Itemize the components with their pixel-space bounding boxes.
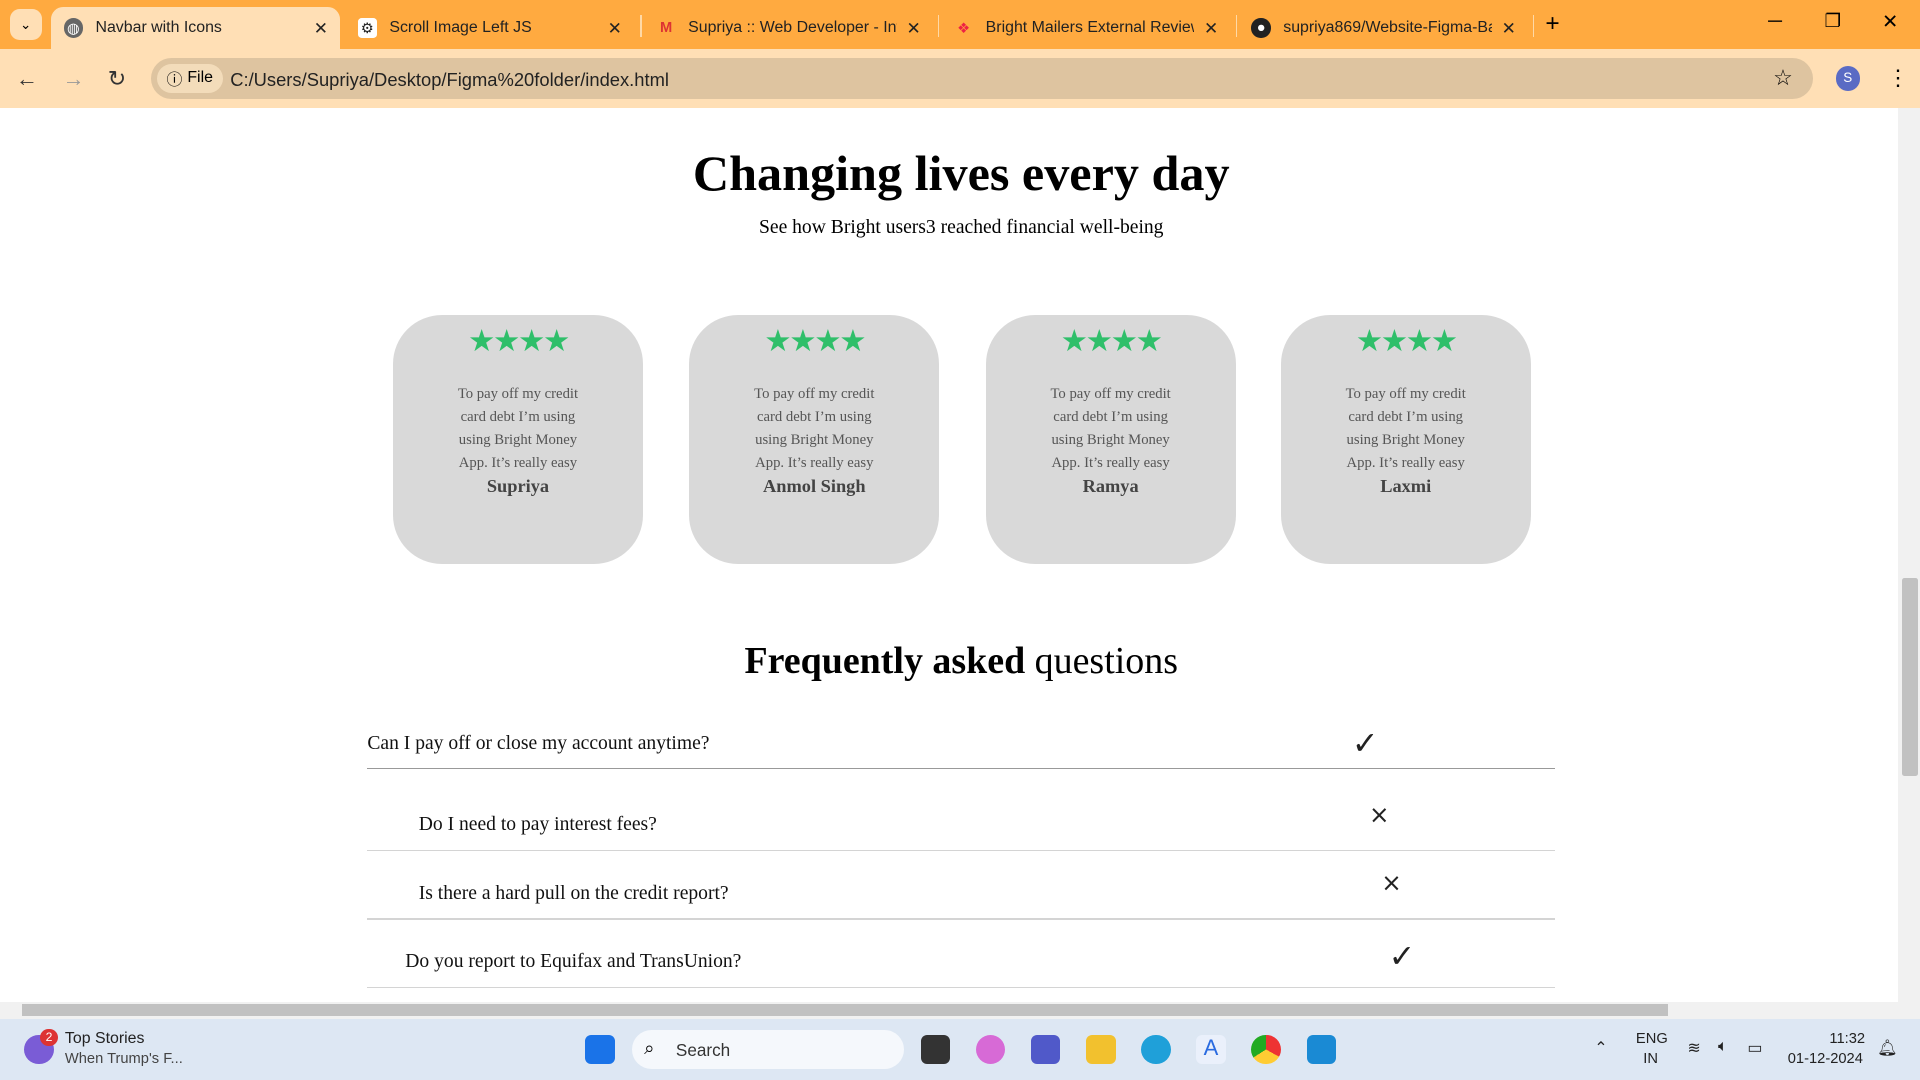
search-icon: ⌕ [644, 1037, 655, 1059]
page-subtitle: See how Bright users3 reached financial … [758, 216, 1164, 238]
task-view-icon[interactable] [920, 1034, 951, 1065]
info-icon: ⓘ [166, 71, 183, 89]
faq-question[interactable]: Is there a hard pull on the credit repor… [419, 883, 729, 905]
show-hidden-icons[interactable]: ⌃ [1594, 1038, 1607, 1058]
site-info-chip[interactable]: ⓘ File [156, 63, 223, 94]
tab-gmail[interactable]: M Supriya :: Web Developer - Inter ✕ [644, 7, 933, 49]
horizontal-scroll-thumb[interactable] [22, 1004, 1668, 1017]
news-subtitle[interactable]: When Trump's F... [65, 1051, 183, 1067]
vscode-icon[interactable] [1306, 1034, 1336, 1065]
forward-button[interactable]: → [62, 66, 84, 92]
star-rating-icon: ★★★★ [764, 324, 866, 359]
windows-start-icon[interactable] [585, 1034, 615, 1065]
tab-strip: ⌄ ◍ Navbar with Icons ✕ ⚙ Scroll Image Left… [0, 0, 1920, 49]
gmail-icon: M [659, 20, 673, 37]
close-icon[interactable]: × [1369, 800, 1390, 829]
menu-icon[interactable]: ⋮ [1887, 65, 1909, 91]
vertical-scrollbar[interactable] [1897, 107, 1920, 1002]
tab-github[interactable]: ● supriya869/Website-Figma-Basi ✕ [1239, 7, 1528, 49]
testimonial-card: ★★★★ To pay off my credit card debt I’m u… [393, 314, 643, 565]
teams-icon[interactable] [1031, 1034, 1061, 1065]
faq-question[interactable]: Do I need to pay interest fees? [419, 814, 657, 836]
url-text[interactable]: C:/Users/Supriya/Desktop/Figma%20folder/… [230, 69, 669, 91]
new-tab-button[interactable]: + [1545, 10, 1559, 38]
check-icon[interactable]: ✓ [1352, 724, 1379, 762]
faq-question[interactable]: Can I pay off or close my account anytim… [367, 733, 709, 755]
close-tab-icon[interactable]: ✕ [906, 18, 920, 39]
close-window-button[interactable]: ✕ [1882, 10, 1898, 34]
testimonial-card: ★★★★ To pay off my credit card debt I’m u… [985, 314, 1236, 565]
github-icon: ● [1251, 18, 1271, 38]
close-icon[interactable]: × [1381, 868, 1402, 897]
star-rating-icon: ★★★★ [1355, 324, 1458, 359]
back-button[interactable]: ← [16, 66, 38, 92]
faq-title: Frequently asked questions [744, 640, 1178, 683]
star-rating-icon: ★★★★ [467, 324, 570, 359]
chatgpt-icon: ⚙ [357, 18, 378, 38]
reload-button[interactable]: ↻ [108, 66, 126, 92]
close-tab-icon[interactable]: ✕ [1502, 18, 1516, 39]
news-badge: 2 [40, 1028, 58, 1046]
testimonial-card: ★★★★ To pay off my credit card debt I’m u… [1280, 314, 1531, 565]
testimonial-card: ★★★★ To pay off my credit card debt I’m u… [689, 314, 940, 565]
file-explorer-icon[interactable] [1086, 1034, 1116, 1065]
edge-icon[interactable] [1141, 1034, 1171, 1065]
tab-search-button[interactable]: ⌄ [9, 8, 42, 41]
globe-icon: ◍ [63, 18, 84, 38]
tab-figma[interactable]: ❖ Bright Mailers External Review - ✕ [942, 7, 1231, 49]
faq-question[interactable]: Do you report to Equifax and TransUnion? [405, 951, 741, 973]
chrome-icon[interactable] [1251, 1034, 1281, 1065]
store-icon[interactable]: A [1196, 1034, 1226, 1065]
volume-icon[interactable]: 🔈︎ [1718, 1038, 1728, 1056]
clock-time[interactable]: 11:32 [1829, 1031, 1865, 1047]
wifi-icon[interactable]: ≋ [1687, 1038, 1700, 1058]
divider [367, 767, 1556, 769]
taskbar-search[interactable]: ⌕ Search [631, 1029, 904, 1069]
minimize-button[interactable]: ─ [1768, 10, 1782, 33]
vertical-scroll-thumb[interactable] [1901, 577, 1918, 777]
bookmark-star-icon[interactable]: ☆ [1773, 65, 1793, 91]
close-tab-icon[interactable]: ✕ [608, 18, 622, 39]
divider [367, 918, 1556, 920]
profile-avatar[interactable]: S [1835, 66, 1860, 91]
divider [367, 986, 1556, 989]
notification-bell-icon[interactable]: 🔔︎ [1877, 1038, 1897, 1058]
tab-scroll-image[interactable]: ⚙ Scroll Image Left JS ✕ [345, 7, 634, 49]
news-title[interactable]: Top Stories [65, 1030, 145, 1048]
close-tab-icon[interactable]: ✕ [1204, 18, 1218, 39]
star-rating-icon: ★★★★ [1060, 324, 1163, 359]
tab-navbar-with-icons[interactable]: ◍ Navbar with Icons ✕ [51, 7, 341, 49]
battery-icon[interactable]: ▭ [1747, 1038, 1762, 1058]
taskbar [0, 1018, 1920, 1080]
figma-icon: ❖ [957, 20, 971, 37]
close-tab-icon[interactable]: ✕ [314, 18, 328, 39]
divider [367, 849, 1556, 852]
page-title: Changing lives every day [692, 145, 1230, 202]
check-icon[interactable]: ✓ [1389, 937, 1416, 975]
clock-date[interactable]: 01-12-2024 [1788, 1051, 1863, 1067]
page-content: Changing lives every day See how Bright … [0, 107, 1898, 1002]
language-indicator[interactable]: ENG [1636, 1031, 1668, 1047]
restore-button[interactable]: ❐ [1825, 10, 1841, 32]
